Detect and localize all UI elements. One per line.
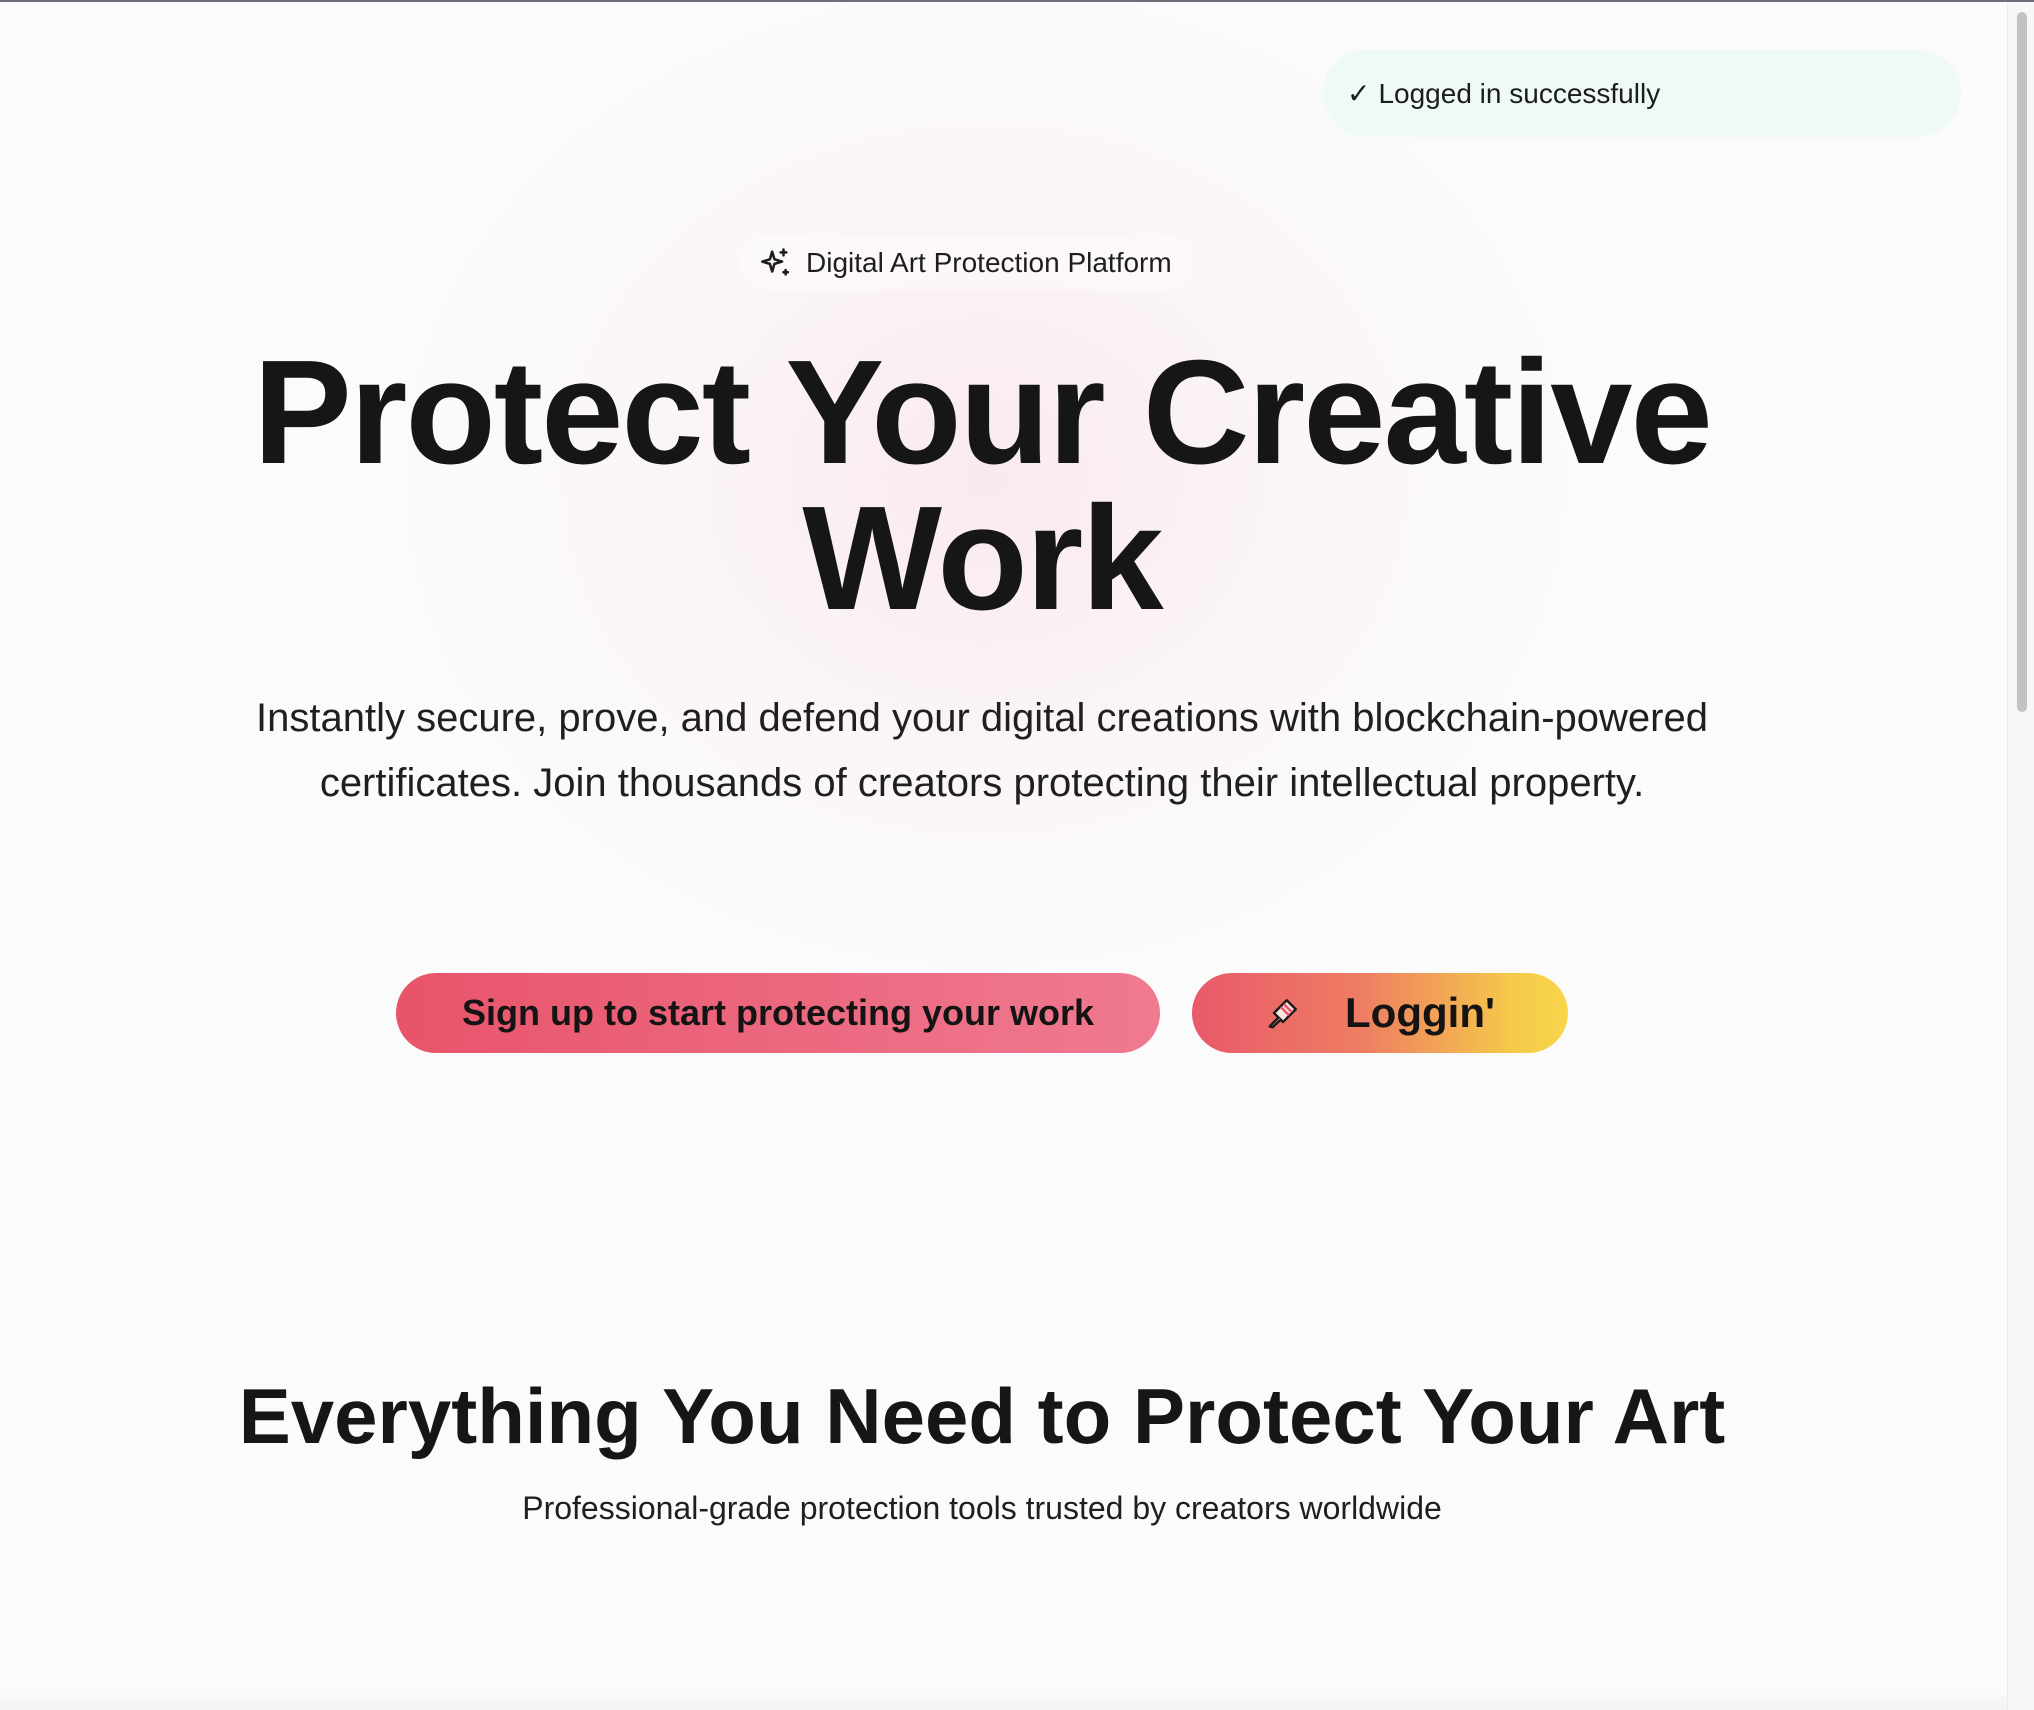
features-title: Everything You Need to Protect Your Art [238,1372,1726,1460]
success-toast: ✓ Logged in successfully [1323,50,1961,137]
sparkle-icon [760,248,790,276]
platform-badge: Digital Art Protection Platform [740,236,1194,290]
hero-title-line-2: Work [802,476,1163,641]
page-viewport: ✓ Logged in successfully Digital Art Pro… [0,0,2034,1710]
features-subtitle: Professional-grade protection tools trus… [522,1490,1442,1526]
hero-subtitle: Instantly secure, prove, and defend your… [256,696,1708,805]
badge-label: Digital Art Protection Platform [806,247,1172,278]
login-button-label: Loggin' [1345,989,1495,1036]
section-divider [0,1690,2008,1710]
signup-button[interactable]: Sign up to start protecting your work [396,973,1160,1053]
vertical-scrollbar[interactable] [2007,2,2034,1710]
hero-title-line-1: Protect Your Creative [253,330,1713,495]
window-top-border [0,0,2034,2]
scrollbar-thumb[interactable] [2017,12,2027,712]
login-button[interactable]: Loggin' [1192,973,1568,1053]
paintbrush-icon [1268,999,1297,1029]
hero-title: Protect Your Creative Work [100,339,1864,633]
toast-message: Logged in successfully [1378,77,1661,109]
check-icon: ✓ [1347,78,1371,109]
signup-button-label: Sign up to start protecting your work [461,992,1095,1033]
